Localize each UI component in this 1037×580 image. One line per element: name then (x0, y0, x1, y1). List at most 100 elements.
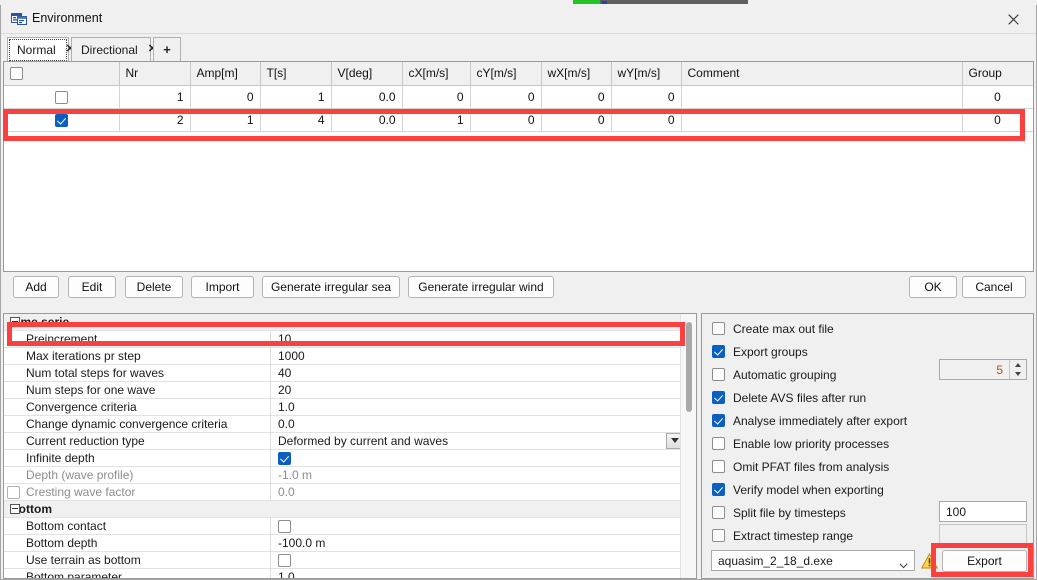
property-category-time-serie[interactable]: Time serie (4, 314, 687, 331)
header-cx[interactable]: cX[m/s] (402, 62, 471, 86)
option-export-groups[interactable]: Export groups (712, 343, 808, 360)
property-value[interactable]: 1.0 (271, 399, 687, 416)
header-wy[interactable]: wY[m/s] (611, 62, 682, 86)
option-omit-pfat-files[interactable]: Omit PFAT files from analysis (712, 458, 889, 475)
cresting-wave-factor-checkbox[interactable] (7, 485, 20, 499)
header-nr[interactable]: Nr (119, 62, 191, 86)
cell-wx[interactable]: 0 (541, 108, 612, 132)
property-grid-scrollbar[interactable] (680, 314, 696, 578)
extract-timestep-range-checkbox[interactable] (712, 529, 725, 542)
tab-normal[interactable]: Normal ✕ (7, 37, 75, 61)
cell-cy[interactable]: 0 (470, 108, 542, 132)
property-row-convergence-criteria[interactable]: Convergence criteria 1.0 (4, 398, 687, 416)
cell-v[interactable]: 0.0 (331, 85, 403, 109)
chevron-down-icon[interactable] (899, 558, 908, 569)
header-select-all[interactable] (4, 62, 120, 86)
property-row-change-dynamic-convergence[interactable]: Change dynamic convergence criteria 0.0 (4, 415, 687, 433)
header-group[interactable]: Group (962, 62, 1033, 86)
cell-t[interactable]: 4 (260, 108, 332, 132)
solver-select[interactable]: aquasim_2_18_d.exe (711, 550, 915, 571)
generate-irregular-wind-button[interactable]: Generate irregular wind (408, 276, 554, 298)
cell-wy[interactable]: 0 (611, 85, 682, 109)
add-tab-button[interactable]: + (153, 37, 181, 61)
stepper-buttons[interactable] (1009, 360, 1026, 379)
scrollbar-thumb[interactable] (686, 322, 692, 412)
table-row[interactable]: 1 0 1 0.0 0 0 0 0 0 (4, 85, 1033, 109)
row-checkbox[interactable] (54, 90, 68, 104)
property-row-max-iterations[interactable]: Max iterations pr step 1000 (4, 347, 687, 365)
cell-group[interactable]: 0 (962, 108, 1033, 132)
infinite-depth-checkbox[interactable] (278, 451, 291, 465)
verify-model-checkbox[interactable] (712, 483, 725, 496)
option-split-file-by-timesteps[interactable]: Split file by timesteps (712, 504, 846, 521)
property-row-bottom-depth[interactable]: Bottom depth -100.0 m (4, 534, 687, 552)
generate-irregular-sea-button[interactable]: Generate irregular sea (262, 276, 400, 298)
property-row-use-terrain-as-bottom[interactable]: Use terrain as bottom (4, 551, 687, 569)
grouping-count-stepper[interactable]: 5 (939, 359, 1027, 380)
cell-wy[interactable]: 0 (611, 108, 682, 132)
option-automatic-grouping[interactable]: Automatic grouping (712, 366, 836, 383)
cell-cx[interactable]: 1 (402, 108, 471, 132)
property-row-num-steps-one-wave[interactable]: Num steps for one wave 20 (4, 381, 687, 399)
stepper-down-icon[interactable] (1010, 370, 1026, 380)
cell-nr[interactable]: 1 (119, 85, 191, 109)
table-row[interactable]: 2 1 4 0.0 1 0 0 0 0 (4, 108, 1033, 132)
property-row-num-total-steps[interactable]: Num total steps for waves 40 (4, 364, 687, 382)
cell-comment[interactable] (681, 108, 963, 132)
header-t[interactable]: T[s] (260, 62, 332, 86)
select-all-checkbox[interactable] (10, 67, 23, 81)
property-row-infinite-depth[interactable]: Infinite depth (4, 449, 687, 467)
export-groups-checkbox[interactable] (712, 345, 725, 358)
header-comment[interactable]: Comment (681, 62, 963, 86)
property-value[interactable]: -100.0 m (271, 535, 687, 552)
option-delete-avs-files[interactable]: Delete AVS files after run (712, 389, 866, 406)
option-extract-timestep-range[interactable]: Extract timestep range (712, 527, 853, 544)
delete-button[interactable]: Delete (125, 276, 183, 298)
cell-t[interactable]: 1 (260, 85, 332, 109)
cell-wx[interactable]: 0 (541, 85, 612, 109)
property-category-bottom[interactable]: Bottom (4, 501, 687, 518)
property-value[interactable]: 10 (271, 331, 687, 348)
export-button[interactable]: Export (942, 550, 1027, 572)
property-value[interactable]: 1000 (271, 348, 687, 365)
row-select-cell[interactable] (4, 85, 120, 109)
cancel-button[interactable]: Cancel (962, 276, 1026, 298)
cell-cy[interactable]: 0 (470, 85, 542, 109)
cell-nr[interactable]: 2 (119, 108, 191, 132)
ok-button[interactable]: OK (909, 276, 957, 298)
import-button[interactable]: Import (191, 276, 254, 298)
omit-pfat-files-checkbox[interactable] (712, 460, 725, 473)
bottom-contact-checkbox[interactable] (278, 519, 291, 533)
automatic-grouping-checkbox[interactable] (712, 368, 725, 381)
split-file-checkbox[interactable] (712, 506, 725, 519)
stepper-up-icon[interactable] (1010, 360, 1026, 370)
property-value[interactable]: 20 (271, 382, 687, 399)
property-row-preincrement[interactable]: Preincrement 10 (4, 330, 687, 348)
grouping-count-value[interactable]: 5 (940, 363, 1009, 377)
row-checkbox[interactable] (54, 113, 68, 127)
add-button[interactable]: Add (13, 276, 59, 298)
header-v[interactable]: V[deg] (331, 62, 403, 86)
option-verify-model[interactable]: Verify model when exporting (712, 481, 884, 498)
property-row-bottom-parameter[interactable]: Bottom parameter 1.0 (4, 568, 687, 578)
property-value[interactable]: 40 (271, 365, 687, 382)
analyse-immediately-checkbox[interactable] (712, 414, 725, 427)
collapse-icon[interactable] (10, 503, 20, 514)
option-create-max-out-file[interactable]: Create max out file (712, 320, 834, 337)
use-terrain-as-bottom-checkbox[interactable] (278, 553, 291, 567)
cell-cx[interactable]: 0 (402, 85, 471, 109)
split-timesteps-input[interactable]: 100 (939, 501, 1027, 522)
cell-amp[interactable]: 0 (190, 85, 261, 109)
property-value[interactable]: 1.0 (271, 569, 687, 578)
enable-low-priority-checkbox[interactable] (712, 437, 725, 450)
cell-amp[interactable]: 1 (190, 108, 261, 132)
property-value[interactable]: 0.0 (271, 416, 687, 433)
cell-v[interactable]: 0.0 (331, 108, 403, 132)
header-amp[interactable]: Amp[m] (190, 62, 261, 86)
option-analyse-immediately[interactable]: Analyse immediately after export (712, 412, 907, 429)
tab-directional[interactable]: Directional ✕ (71, 37, 157, 61)
delete-avs-files-checkbox[interactable] (712, 391, 725, 404)
property-row-current-reduction-type[interactable]: Current reduction type Deformed by curre… (4, 432, 687, 450)
current-reduction-type-combo[interactable]: Deformed by current and waves (278, 432, 683, 450)
option-enable-low-priority[interactable]: Enable low priority processes (712, 435, 889, 452)
